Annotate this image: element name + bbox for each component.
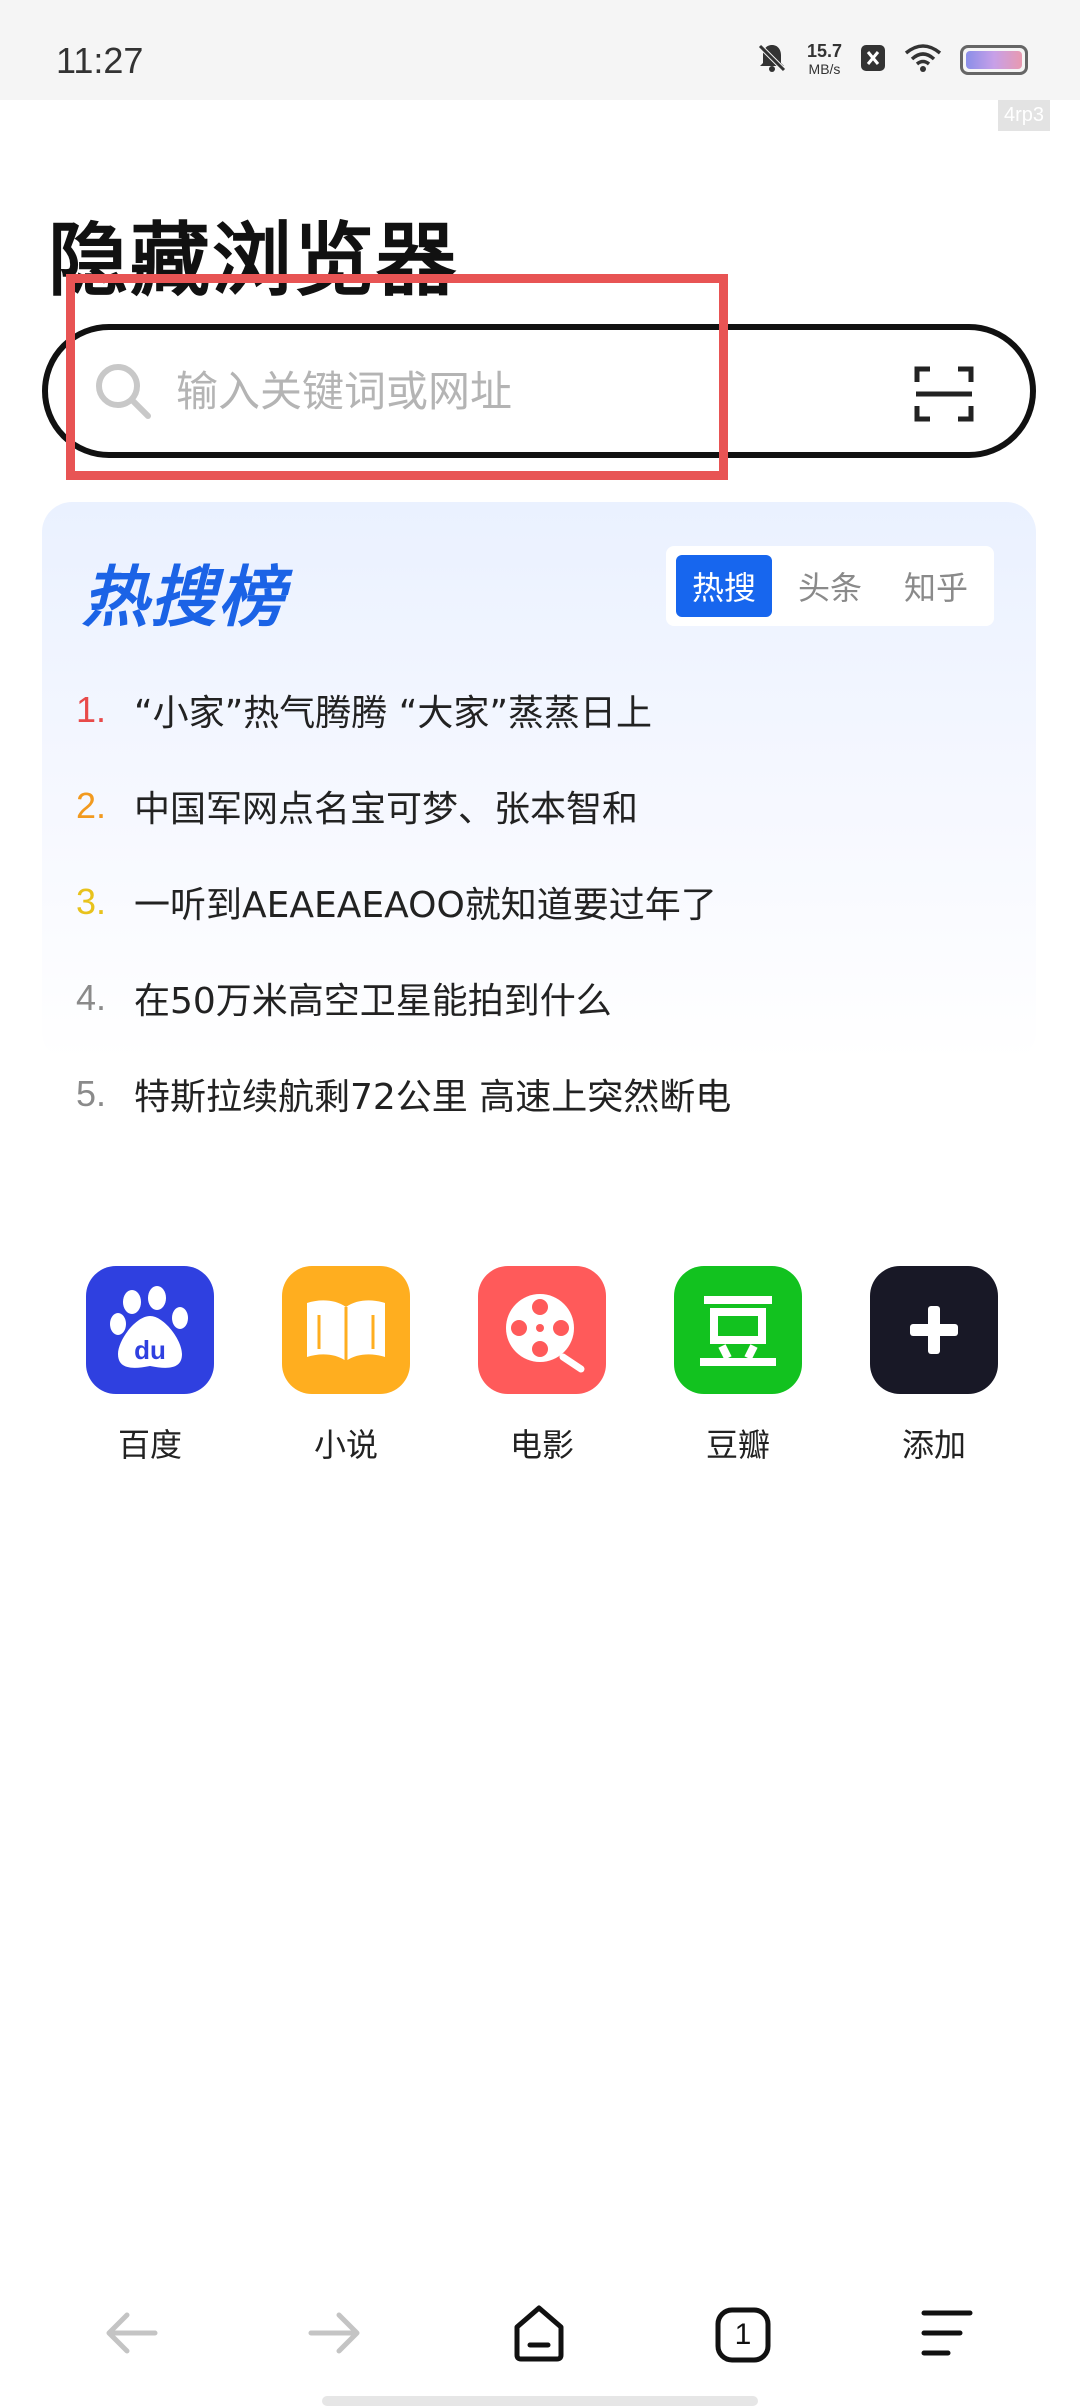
shortcut-add[interactable]: 添加 [870,1266,998,1466]
status-bar: 11:27 15.7 MB/s [0,0,1080,100]
hot-search-title: 热搜榜 [82,559,286,636]
tab-headlines[interactable]: 头条 [782,555,878,617]
tab-zhihu[interactable]: 知乎 [888,555,984,617]
tabs-button[interactable]: 1 [698,2290,788,2380]
net-speed-value: 15.7 [806,41,842,61]
tab-count: 1 [734,2318,752,2351]
shortcut-douban[interactable]: 豆瓣 [674,1266,802,1466]
list-item-text: 在50万米高空卫星能拍到什么 [134,981,612,1022]
status-time: 11:27 [56,40,144,81]
shortcut-label: 豆瓣 [705,1426,770,1464]
list-item-text: 中国军网点名宝可梦、张本智和 [134,789,639,830]
list-item[interactable]: 3. 一听到AEAEAEAOO就知道要过年了 [76,854,1006,950]
svg-text:du: du [134,1335,166,1365]
hot-search-card: 热搜榜 热搜 头条 知乎 1. “小家”热气腾腾 “大家”蒸蒸日上 2. 中国军… [42,502,1036,1118]
shortcut-label: 添加 [901,1426,966,1464]
rank-number: 4. [76,977,107,1018]
shortcut-grid: du 百度 小说 电影 豆瓣 添加 [86,1266,998,1466]
hot-search-tabs: 热搜 头条 知乎 [665,546,994,626]
forward-button[interactable] [290,2290,380,2380]
shortcut-label: 小说 [313,1426,378,1464]
list-item-text: 一听到AEAEAEAOO就知道要过年了 [134,885,717,926]
status-icons: 15.7 MB/s [755,40,1028,80]
list-item[interactable]: 1. “小家”热气腾腾 “大家”蒸蒸日上 [76,662,1006,758]
watermark: 4rp3 [997,100,1050,131]
list-item[interactable]: 2. 中国军网点名宝可梦、张本智和 [76,758,1006,854]
back-button[interactable] [86,2290,176,2380]
list-item-text: 特斯拉续航剩72公里 高速上突然断电 [134,1077,732,1118]
net-speed: 15.7 MB/s [807,42,842,78]
wifi-icon [904,43,942,77]
plus-icon [870,1266,998,1394]
menu-icon [920,2307,974,2363]
shortcut-movie[interactable]: 电影 [478,1266,606,1466]
net-speed-unit: MB/s [808,61,841,77]
shortcut-label: 电影 [509,1426,574,1464]
bell-muted-icon [755,41,789,79]
home-indicator [322,2396,758,2406]
battery-icon [960,45,1028,75]
home-button[interactable] [494,2290,584,2380]
scan-icon[interactable] [914,366,974,422]
rank-number: 1. [76,689,107,730]
search-bar[interactable] [42,324,1036,458]
list-item-text: “小家”热气腾腾 “大家”蒸蒸日上 [134,693,653,734]
bottom-nav: 1 [0,2290,1080,2380]
rank-number: 2. [76,785,107,826]
page-title: 隐藏浏览器 [48,214,458,307]
shortcut-novel[interactable]: 小说 [282,1266,410,1466]
menu-button[interactable] [902,2290,992,2380]
shortcut-label: 百度 [117,1426,182,1464]
tab-hot[interactable]: 热搜 [675,555,772,617]
douban-icon [674,1266,802,1394]
hot-search-list: 1. “小家”热气腾腾 “大家”蒸蒸日上 2. 中国军网点名宝可梦、张本智和 3… [76,662,1006,1142]
back-arrow-icon [103,2310,159,2360]
shortcut-baidu[interactable]: du 百度 [86,1266,214,1466]
home-icon [511,2303,567,2367]
search-input[interactable] [176,358,736,424]
rank-number: 3. [76,881,107,922]
close-badge-icon [860,43,886,77]
list-item[interactable]: 5. 特斯拉续航剩72公里 高速上突然断电 [76,1046,1006,1142]
baidu-paw-icon: du [86,1266,214,1394]
film-reel-icon [478,1266,606,1394]
search-icon [92,360,154,422]
book-icon [282,1266,410,1394]
rank-number: 5. [76,1073,107,1114]
tabs-icon: 1 [714,2306,772,2364]
list-item[interactable]: 4. 在50万米高空卫星能拍到什么 [76,950,1006,1046]
forward-arrow-icon [307,2310,363,2360]
